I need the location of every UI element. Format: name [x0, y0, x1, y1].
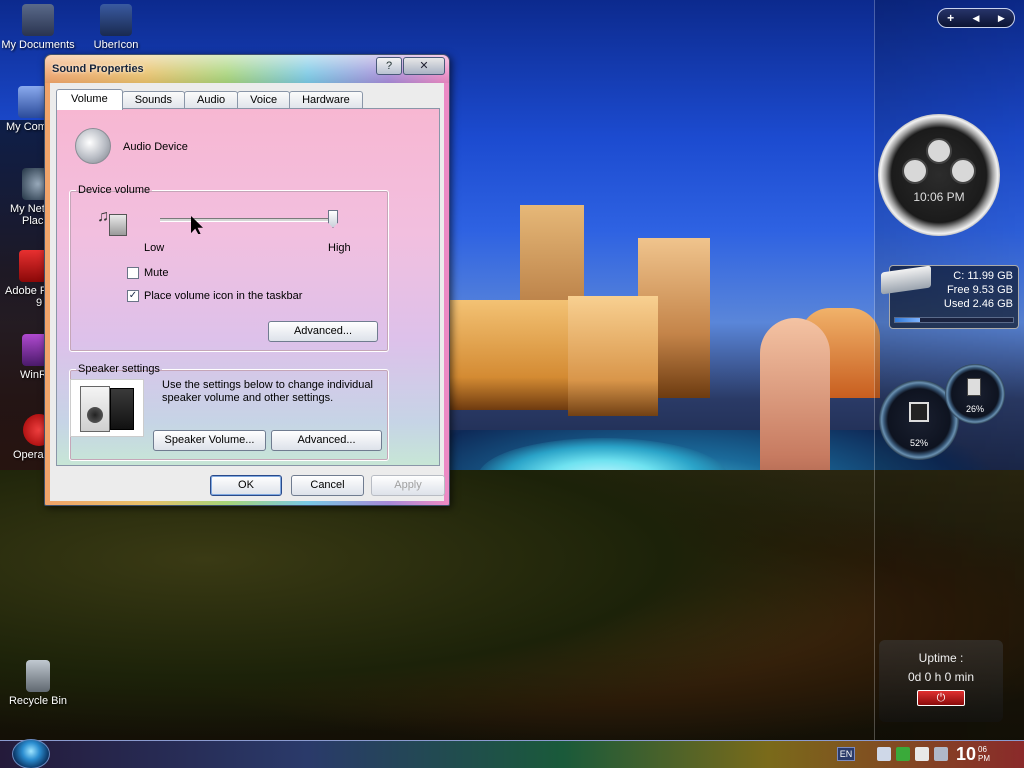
cpu-chip-icon — [909, 402, 929, 422]
audio-device-icon — [75, 128, 111, 164]
memory-chip-icon — [967, 378, 981, 396]
wallpaper-building — [450, 300, 570, 410]
speaker-volume-button[interactable]: Speaker Volume... — [153, 430, 266, 451]
network-tray-icon[interactable] — [915, 747, 929, 761]
music-note-icon: ♫ — [97, 208, 109, 225]
mute-checkbox[interactable] — [127, 267, 139, 279]
desktop-icon-recycle-bin[interactable]: Recycle Bin — [0, 660, 76, 707]
dialog-title: Sound Properties — [52, 63, 144, 75]
cpu-gauge-value: 52% — [909, 438, 928, 448]
close-button[interactable]: ✕ — [403, 57, 445, 75]
audio-device-name: Audio Device — [123, 141, 188, 153]
ok-button[interactable]: OK — [210, 475, 282, 496]
uptime-label: Uptime : — [918, 651, 964, 665]
desktop-icon-label: Recycle Bin — [8, 695, 68, 707]
language-indicator[interactable]: EN — [837, 747, 855, 761]
cancel-button[interactable]: Cancel — [291, 475, 364, 496]
memory-gauge[interactable]: 26% — [945, 364, 1005, 424]
tray-icon-checkbox[interactable]: ✓ — [127, 290, 139, 302]
desktop-icon-my-documents[interactable]: My Documents — [0, 4, 76, 51]
sidebar: + ◀ ▶ 10:06 PM C: 11.99 GB Free 9.53 GB … — [874, 0, 1024, 740]
taskbar-clock-ampm: PM — [978, 754, 991, 763]
drive-used: Used 2.46 GB — [943, 298, 1013, 310]
display-tray-icon[interactable] — [934, 747, 948, 761]
folder-icon — [22, 4, 54, 36]
uptime-gadget: Uptime : 0d 0 h 0 min ⏻ — [879, 640, 1003, 722]
speaker-box-icon — [109, 214, 127, 236]
clock-gadget[interactable]: 10:06 PM — [878, 114, 1000, 236]
uptime-value: 0d 0 h 0 min — [907, 670, 975, 684]
taskbar-clock-minute: 06 — [978, 745, 987, 754]
sound-properties-dialog: Sound Properties ? ✕ Volume Sounds Audio… — [44, 54, 450, 506]
next-page-button[interactable]: ▶ — [990, 13, 1012, 24]
system-tray: EN 10 06 PM — [834, 740, 1024, 768]
speaker-right-icon — [110, 388, 134, 430]
power-button[interactable]: ⏻ — [917, 690, 965, 706]
desktop-icon-label: UberIcon — [93, 39, 139, 51]
safely-remove-icon[interactable] — [896, 747, 910, 761]
wallpaper-bushes — [0, 470, 1024, 768]
tab-audio[interactable]: Audio — [184, 91, 239, 109]
speakers-image — [70, 379, 144, 437]
tab-volume[interactable]: Volume — [56, 89, 123, 110]
speaker-advanced-button[interactable]: Advanced... — [271, 430, 382, 451]
drive-usage-fill — [895, 318, 920, 322]
tab-sounds[interactable]: Sounds — [121, 91, 186, 109]
desktop-icon-label: My Documents — [1, 39, 75, 51]
drive-usage-bar — [894, 317, 1014, 323]
start-button[interactable] — [12, 739, 50, 768]
volume-advanced-button[interactable]: Advanced... — [268, 321, 378, 342]
clock-subdial — [950, 158, 976, 184]
volume-tray-icon[interactable] — [877, 747, 891, 761]
tab-strip: Volume Sounds Audio Voice Hardware — [56, 89, 363, 110]
ubericon-icon — [100, 4, 132, 36]
taskbar-clock-hour[interactable]: 10 — [956, 744, 976, 765]
power-icon: ⏻ — [936, 692, 946, 704]
previous-page-button[interactable]: ◀ — [965, 13, 987, 24]
mute-label: Mute — [144, 267, 169, 279]
volume-low-label: Low — [144, 242, 165, 254]
drive-gadget[interactable]: C: 11.99 GB Free 9.53 GB Used 2.46 GB — [881, 265, 1021, 329]
speaker-left-icon — [80, 386, 110, 432]
dialog-titlebar[interactable]: Sound Properties ? ✕ — [45, 55, 449, 83]
volume-high-label: High — [328, 242, 351, 254]
volume-tab-panel: Audio Device Device volume ♫ Low High Mu… — [56, 108, 440, 466]
mute-checkbox-row[interactable]: Mute — [127, 267, 168, 279]
help-button[interactable]: ? — [376, 57, 402, 75]
speaker-volume-icon: ♫ — [97, 208, 129, 236]
recycle-bin-icon — [26, 660, 50, 692]
add-gadget-button[interactable]: + — [940, 11, 962, 25]
tab-voice[interactable]: Voice — [237, 91, 291, 109]
tray-icon-label: Place volume icon in the taskbar — [144, 290, 303, 302]
tab-hardware[interactable]: Hardware — [289, 91, 363, 109]
clock-time: 10:06 PM — [913, 190, 965, 204]
apply-button[interactable]: Apply — [371, 475, 445, 496]
taskbar-clock-minute-ampm: 06 PM — [978, 745, 990, 763]
desktop-icon-ubericon[interactable]: UberIcon — [78, 4, 154, 51]
volume-slider-track[interactable] — [160, 218, 338, 222]
wallpaper-building — [568, 296, 658, 416]
tray-icon-checkbox-row[interactable]: ✓ Place volume icon in the taskbar — [127, 290, 302, 302]
speaker-settings-text: Use the settings below to change individ… — [162, 379, 373, 404]
clock-subdial — [902, 158, 928, 184]
memory-gauge-value: 26% — [965, 404, 984, 414]
device-volume-legend: Device volume — [78, 184, 151, 196]
speaker-settings-legend: Speaker settings — [78, 363, 160, 375]
clock-subdial — [926, 138, 952, 164]
sidebar-controls: + ◀ ▶ — [937, 8, 1015, 28]
dialog-body: Volume Sounds Audio Voice Hardware Audio… — [50, 83, 445, 501]
